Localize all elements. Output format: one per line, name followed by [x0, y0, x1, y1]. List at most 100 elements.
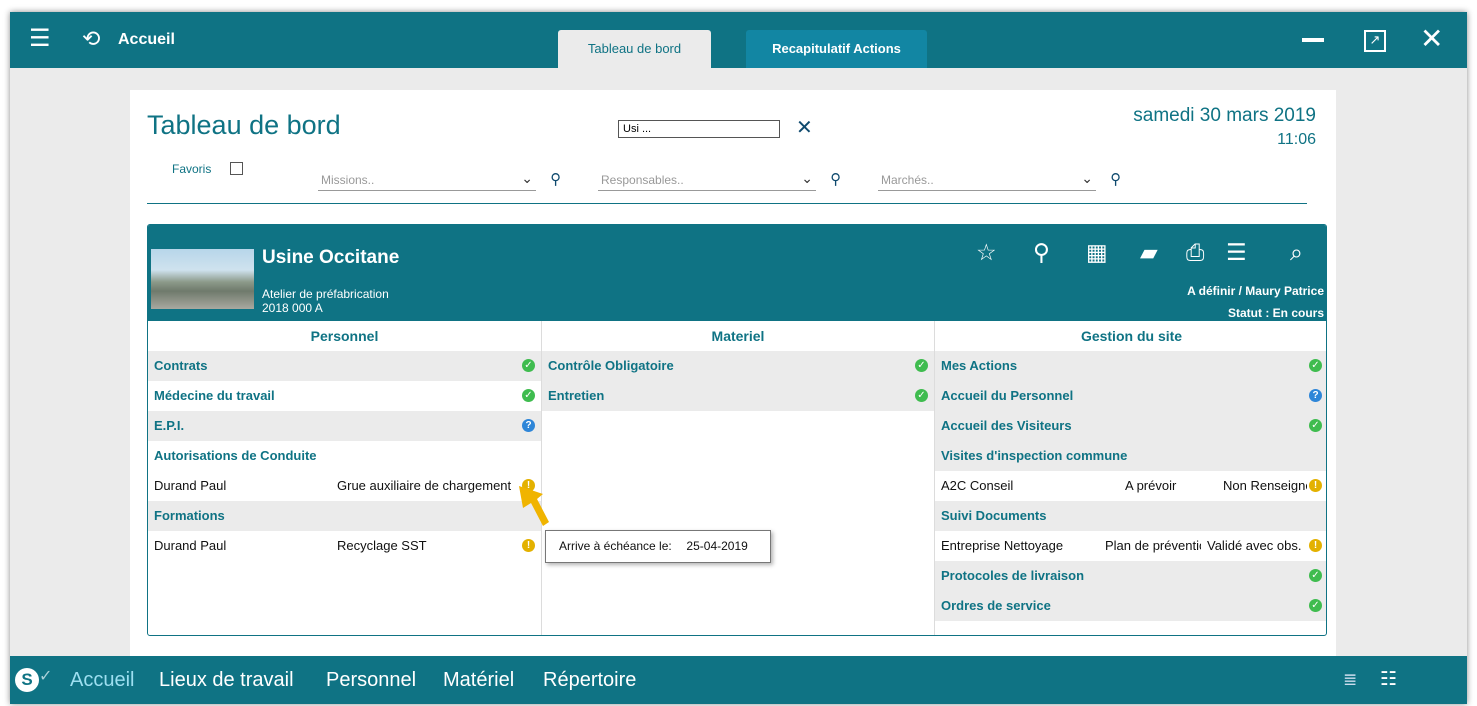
- tooltip-label: Arrive à échéance le:: [559, 539, 672, 553]
- section-epi[interactable]: E.P.I.?: [148, 411, 541, 441]
- document-name: Plan de prévention: [1105, 538, 1201, 553]
- current-date: samedi 30 mars 2019: [1133, 105, 1316, 126]
- database-icon[interactable]: ≣: [1343, 670, 1357, 690]
- site-panel: Usine Occitane Atelier de préfabrication…: [147, 224, 1327, 636]
- section-medecine[interactable]: Médecine du travail ✓: [148, 381, 541, 411]
- organization-name: A2C Conseil: [941, 478, 1014, 493]
- section-accueil-personnel[interactable]: Accueil du Personnel?: [935, 381, 1326, 411]
- missions-select[interactable]: Missions.. ⌄: [318, 169, 536, 191]
- visit-state: A prévoir: [1125, 478, 1177, 493]
- server-icon[interactable]: ☷: [1380, 668, 1397, 691]
- site-name[interactable]: Usine Occitane: [262, 247, 399, 269]
- search-responsables-icon[interactable]: ⚲: [830, 170, 841, 188]
- favoris-label: Favoris: [172, 162, 212, 176]
- list-item[interactable]: A2C Conseil A prévoir Non Renseigné!: [935, 471, 1326, 501]
- tooltip: Arrive à échéance le: 25-04-2019: [545, 530, 771, 563]
- question-circle-icon: ?: [522, 419, 535, 432]
- section-label: Contrats: [154, 358, 208, 373]
- section-visites[interactable]: Visites d'inspection commune: [935, 441, 1326, 471]
- section-label: Protocoles de livraison: [941, 568, 1085, 583]
- section-label: Mes Actions: [941, 358, 1018, 373]
- clear-search-icon[interactable]: ✕: [796, 117, 813, 139]
- nav-lieux-de-travail[interactable]: Lieux de travail: [159, 669, 294, 692]
- site-responsables: A définir / Maury Patrice: [1187, 284, 1324, 298]
- list-item[interactable]: Entreprise Nettoyage Plan de prévention Va…: [935, 531, 1326, 561]
- nav-accueil[interactable]: Accueil: [70, 669, 134, 692]
- section-label: Médecine du travail: [154, 388, 275, 403]
- section-accueil-visiteurs[interactable]: Accueil des Visiteurs ✓: [935, 411, 1326, 441]
- minimize-icon[interactable]: [1302, 38, 1324, 42]
- list-item[interactable]: Durand Paul Grue auxiliaire de chargement…: [148, 471, 541, 501]
- search-missions-icon[interactable]: ⚲: [550, 170, 561, 188]
- nav-personnel[interactable]: Personnel: [326, 669, 416, 692]
- section-label: Formations: [154, 508, 225, 523]
- map-pin-icon[interactable]: ⚲: [1033, 239, 1050, 265]
- section-label: Accueil du Personnel: [941, 388, 1074, 403]
- check-circle-icon: ✓: [1309, 569, 1322, 582]
- exclamation-circle-icon[interactable]: !: [1309, 539, 1322, 552]
- section-label: Suivi Documents: [941, 508, 1047, 523]
- marches-select[interactable]: Marchés.. ⌄: [878, 169, 1096, 191]
- history-icon[interactable]: ⟲: [82, 26, 100, 52]
- question-circle-icon: ?: [1309, 389, 1322, 402]
- site-photo[interactable]: [151, 249, 254, 309]
- tab-tableau-de-bord[interactable]: Tableau de bord: [558, 30, 711, 68]
- document-state: Validé avec obs.: [1207, 538, 1302, 553]
- app-window: ☰ ⟲ Accueil Tableau de bord Recapitulati…: [10, 12, 1467, 704]
- hamburger-menu-icon[interactable]: ☰: [29, 26, 51, 52]
- person-name: Durand Paul: [154, 538, 227, 553]
- section-contrats[interactable]: Contrats ✓: [148, 351, 541, 381]
- section-autorisations[interactable]: Autorisations de Conduite: [148, 441, 541, 471]
- list-item[interactable]: Durand Paul Recyclage SST!: [148, 531, 541, 561]
- print-icon[interactable]: ⎙: [1186, 239, 1204, 265]
- column-header: Personnel: [310, 328, 379, 344]
- section-label: Entretien: [548, 388, 605, 403]
- bottom-bar: S ✓ Accueil Lieux de travail Personnel M…: [10, 656, 1467, 704]
- column-personnel: Personnel Contrats ✓ Médecine du travail ✓…: [148, 321, 541, 635]
- arrow-pointer-icon: [519, 486, 549, 526]
- nav-repertoire[interactable]: Répertoire: [543, 669, 636, 692]
- nav-materiel[interactable]: Matériel: [443, 669, 514, 692]
- section-formations[interactable]: Formations: [148, 501, 541, 531]
- search-marches-icon[interactable]: ⚲: [1110, 170, 1121, 188]
- person-name: Durand Paul: [154, 478, 227, 493]
- search-input[interactable]: [618, 120, 780, 138]
- tooltip-date: 25-04-2019: [686, 539, 748, 553]
- exclamation-circle-icon[interactable]: !: [1309, 479, 1322, 492]
- section-protocoles[interactable]: Protocoles de livraison ✓: [935, 561, 1326, 591]
- check-circle-icon: ✓: [915, 359, 928, 372]
- app-logo-icon[interactable]: S: [15, 668, 39, 692]
- section-label: E.P.I.: [154, 418, 185, 433]
- section-label: Ordres de service: [941, 598, 1051, 613]
- checklist-icon[interactable]: ☰: [1226, 239, 1247, 265]
- section-suivi-documents[interactable]: Suivi Documents: [935, 501, 1326, 531]
- section-label: Contrôle Obligatoire: [548, 358, 674, 373]
- calendar-icon[interactable]: ▦: [1086, 239, 1108, 265]
- search-detail-icon[interactable]: ⌕: [1290, 239, 1303, 265]
- exclamation-circle-icon[interactable]: !: [522, 539, 535, 552]
- page-title: Tableau de bord: [147, 110, 341, 140]
- section-controle[interactable]: Contrôle Obligatoire ✓: [542, 351, 934, 381]
- column-materiel: Materiel Contrôle Obligatoire ✓ Entretien…: [541, 321, 934, 635]
- site-status: Statut : En cours: [1227, 306, 1324, 320]
- section-mes-actions[interactable]: Mes Actions ✓: [935, 351, 1326, 381]
- tab-recapitulatif-actions[interactable]: Recapitulatif Actions: [746, 30, 927, 68]
- site-code: 2018 000 A: [262, 301, 323, 315]
- section-ordres-service[interactable]: Ordres de service ✓: [935, 591, 1326, 621]
- check-circle-icon: ✓: [522, 359, 535, 372]
- folder-open-icon[interactable]: ▰: [1140, 239, 1158, 265]
- authorization-name: Grue auxiliaire de chargement: [337, 478, 512, 493]
- marches-placeholder: Marchés..: [881, 173, 934, 187]
- favoris-checkbox[interactable]: [230, 162, 243, 175]
- missions-placeholder: Missions..: [321, 173, 375, 187]
- section-label: Accueil des Visiteurs: [941, 418, 1072, 433]
- close-icon[interactable]: ✕: [1420, 24, 1443, 54]
- star-icon[interactable]: ☆: [976, 239, 997, 265]
- training-name: Recyclage SST: [337, 538, 427, 553]
- chevron-down-icon: ⌄: [1081, 170, 1093, 186]
- responsables-select[interactable]: Responsables.. ⌄: [598, 169, 816, 191]
- chevron-down-icon: ⌄: [801, 170, 813, 186]
- restore-window-icon[interactable]: ↗: [1364, 30, 1386, 52]
- section-entretien[interactable]: Entretien ✓: [542, 381, 934, 411]
- top-bar: ☰ ⟲ Accueil Tableau de bord Recapitulati…: [10, 12, 1467, 68]
